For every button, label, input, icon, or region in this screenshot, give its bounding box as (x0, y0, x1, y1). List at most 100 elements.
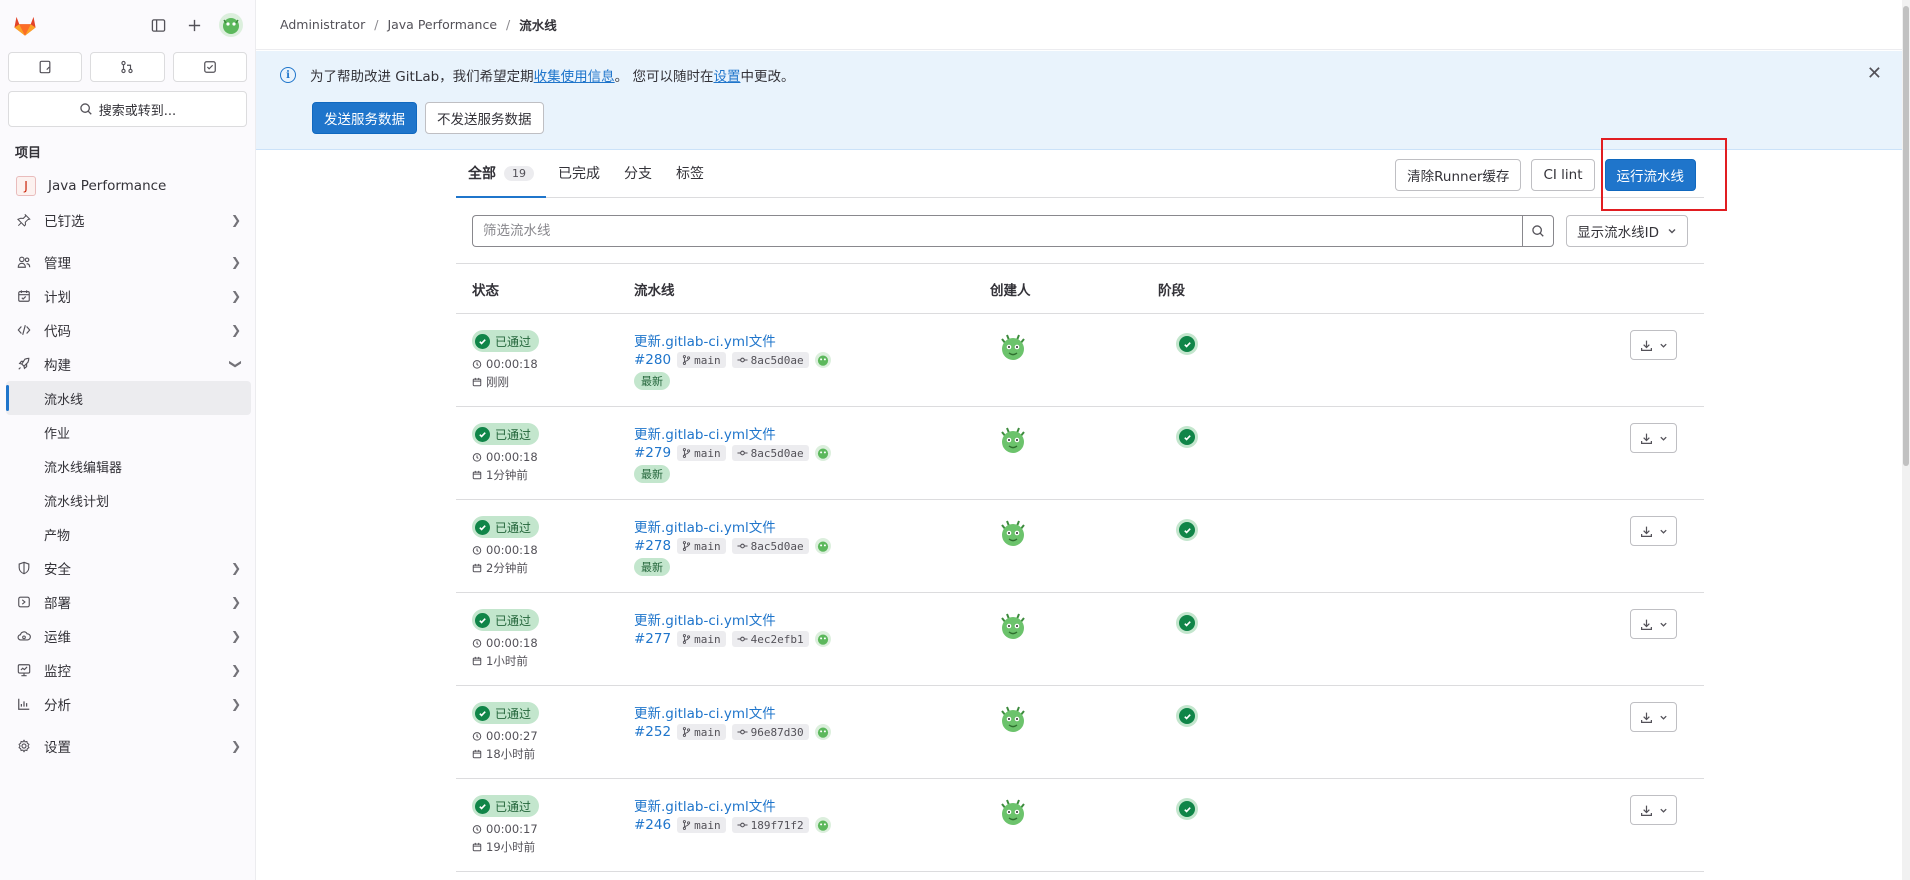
sidebar-item-build[interactable]: 构建 ❯ (0, 347, 255, 381)
sidebar-subitem-pipeline-schedules[interactable]: 流水线计划 (0, 483, 255, 517)
commit-author-avatar[interactable] (814, 817, 831, 833)
commit-author-avatar[interactable] (814, 631, 831, 647)
ci-lint-button[interactable]: CI lint (1531, 159, 1595, 191)
status-badge[interactable]: 已通过 (472, 516, 540, 538)
sidebar-item-analyze[interactable]: 分析 ❯ (0, 687, 255, 721)
tab-tags[interactable]: 标签 (664, 149, 716, 197)
stage-passed-icon[interactable] (1176, 333, 1198, 355)
sidebar-item-code[interactable]: 代码 ❯ (0, 313, 255, 347)
page-scrollbar[interactable] (1902, 0, 1910, 880)
pipeline-title-link[interactable]: 更新.gitlab-ci.yml文件 (634, 516, 990, 536)
merge-requests-shortcut-button[interactable] (90, 52, 165, 82)
download-artifacts-button[interactable] (1630, 423, 1677, 453)
pipeline-title-link[interactable]: 更新.gitlab-ci.yml文件 (634, 795, 990, 815)
gitlab-logo-icon[interactable] (12, 12, 38, 38)
sidebar-search-button[interactable]: 搜索或转到... (8, 91, 247, 127)
branch-ref[interactable]: main (677, 445, 726, 461)
table-row: 已通过 00:00:18 刚刚 更新.gitlab-ci.yml文件 #280 … (456, 314, 1704, 407)
download-artifacts-button[interactable] (1630, 330, 1677, 360)
status-badge[interactable]: 已通过 (472, 423, 540, 445)
clear-runner-cache-button[interactable]: 清除Runner缓存 (1395, 159, 1522, 191)
sidebar-item-settings[interactable]: 设置 ❯ (0, 729, 255, 763)
filter-pipelines-input[interactable] (472, 214, 1523, 247)
status-badge[interactable]: 已通过 (472, 330, 540, 352)
creator-avatar[interactable] (996, 609, 1030, 643)
plus-icon[interactable] (183, 14, 205, 36)
creator-avatar[interactable] (996, 330, 1030, 364)
breadcrumb-item-user[interactable]: Administrator (280, 17, 365, 32)
creator-avatar[interactable] (996, 795, 1030, 829)
sidebar-item-monitor[interactable]: 监控 ❯ (0, 653, 255, 687)
commit-ref[interactable]: 8ac5d0ae (731, 352, 809, 368)
branch-ref[interactable]: main (677, 352, 726, 368)
usage-info-link[interactable]: 收集使用信息 (534, 65, 615, 85)
sidebar-subitem-pipeline-editor[interactable]: 流水线编辑器 (0, 449, 255, 483)
pipeline-id-link[interactable]: #278 (634, 538, 671, 554)
commit-author-avatar[interactable] (814, 538, 831, 554)
issues-shortcut-button[interactable] (8, 52, 83, 82)
download-artifacts-button[interactable] (1630, 516, 1677, 546)
status-badge[interactable]: 已通过 (472, 702, 540, 724)
pipeline-title-link[interactable]: 更新.gitlab-ci.yml文件 (634, 609, 990, 629)
status-badge[interactable]: 已通过 (472, 795, 540, 817)
toggle-sidebar-icon[interactable] (147, 14, 169, 36)
sidebar-item-plan[interactable]: 计划 ❯ (0, 279, 255, 313)
stage-passed-icon[interactable] (1176, 426, 1198, 448)
creator-avatar[interactable] (996, 516, 1030, 550)
pipeline-id-dropdown[interactable]: 显示流水线ID (1566, 214, 1688, 247)
branch-ref[interactable]: main (677, 631, 726, 647)
sidebar-item-operate[interactable]: 运维 ❯ (0, 619, 255, 653)
pipeline-id-link[interactable]: #252 (634, 724, 671, 740)
commit-ref[interactable]: 8ac5d0ae (731, 538, 809, 554)
tab-finished[interactable]: 已完成 (546, 149, 612, 197)
pipeline-title-link[interactable]: 更新.gitlab-ci.yml文件 (634, 702, 990, 722)
stage-passed-icon[interactable] (1176, 798, 1198, 820)
user-avatar[interactable] (219, 13, 243, 37)
pipeline-id-link[interactable]: #279 (634, 445, 671, 461)
creator-avatar[interactable] (996, 702, 1030, 736)
sidebar-project-link[interactable]: J Java Performance (0, 169, 255, 203)
download-artifacts-button[interactable] (1630, 795, 1677, 825)
sidebar-subitem-artifacts[interactable]: 产物 (0, 517, 255, 551)
branch-ref[interactable]: main (677, 538, 726, 554)
stage-passed-icon[interactable] (1176, 705, 1198, 727)
sidebar-item-deploy[interactable]: 部署 ❯ (0, 585, 255, 619)
breadcrumb-item-project[interactable]: Java Performance (387, 17, 497, 32)
branch-ref[interactable]: main (677, 817, 726, 833)
commit-author-avatar[interactable] (814, 352, 831, 368)
sidebar-item-pinned[interactable]: 已钉选 ❯ (0, 203, 255, 237)
commit-ref[interactable]: 8ac5d0ae (731, 445, 809, 461)
tab-all[interactable]: 全部 19 (456, 149, 546, 198)
commit-ref[interactable]: 96e87d30 (731, 724, 809, 740)
pipeline-title-link[interactable]: 更新.gitlab-ci.yml文件 (634, 330, 990, 350)
commit-ref[interactable]: 189f71f2 (731, 817, 809, 833)
tab-branches[interactable]: 分支 (612, 149, 664, 197)
settings-link[interactable]: 设置 (713, 65, 740, 85)
scrollbar-thumb[interactable] (1903, 6, 1909, 466)
pipeline-id-link[interactable]: #277 (634, 631, 671, 647)
stage-passed-icon[interactable] (1176, 612, 1198, 634)
send-service-data-button[interactable]: 发送服务数据 (312, 102, 417, 134)
todos-shortcut-button[interactable] (172, 52, 247, 82)
pipeline-id-link[interactable]: #246 (634, 817, 671, 833)
sidebar-subitem-pipelines[interactable]: 流水线 (6, 381, 251, 415)
run-pipeline-button[interactable]: 运行流水线 (1604, 159, 1696, 191)
pipeline-id-link[interactable]: #280 (634, 352, 671, 368)
stage-passed-icon[interactable] (1176, 519, 1198, 541)
commit-author-avatar[interactable] (814, 724, 831, 740)
pipeline-title-link[interactable]: 更新.gitlab-ci.yml文件 (634, 423, 990, 443)
sidebar-item-secure[interactable]: 安全 ❯ (0, 551, 255, 585)
creator-avatar[interactable] (996, 423, 1030, 457)
commit-author-avatar[interactable] (814, 445, 831, 461)
status-badge[interactable]: 已通过 (472, 609, 540, 631)
breadcrumb-item-current[interactable]: 流水线 (519, 15, 557, 34)
close-icon[interactable]: ✕ (1867, 63, 1882, 84)
download-artifacts-button[interactable] (1630, 609, 1677, 639)
download-artifacts-button[interactable] (1630, 702, 1677, 732)
dont-send-service-data-button[interactable]: 不发送服务数据 (425, 102, 544, 134)
sidebar-item-manage[interactable]: 管理 ❯ (0, 245, 255, 279)
sidebar-subitem-jobs[interactable]: 作业 (0, 415, 255, 449)
commit-ref[interactable]: 4ec2efb1 (731, 631, 809, 647)
filter-search-button[interactable] (1522, 214, 1555, 247)
branch-ref[interactable]: main (677, 724, 726, 740)
